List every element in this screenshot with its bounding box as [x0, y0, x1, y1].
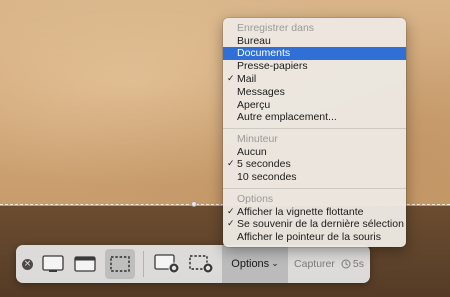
menu-item-other-location[interactable]: Autre emplacement... — [223, 111, 406, 124]
menu-item-messages[interactable]: Messages — [223, 86, 406, 99]
capture-entire-screen-button[interactable] — [40, 249, 66, 279]
close-icon[interactable]: × — [22, 259, 33, 270]
capture-selection-button[interactable] — [105, 249, 135, 279]
record-entire-screen-button[interactable] — [152, 249, 182, 279]
checkmark-icon: ✓ — [227, 74, 235, 84]
menu-item-label: Mail — [237, 73, 257, 85]
record-entire-screen-icon — [154, 254, 180, 274]
menu-header-timer: Minuteur — [237, 133, 278, 145]
capture-selection-icon — [110, 256, 130, 272]
menu-divider — [223, 128, 406, 129]
menu-item-timer-10s[interactable]: 10 secondes — [223, 171, 406, 184]
timer-icon — [341, 259, 351, 269]
menu-item-label: Documents — [237, 47, 291, 59]
menu-header-options: Options — [237, 193, 274, 205]
capture-entire-screen-icon — [42, 255, 64, 272]
menu-divider — [223, 188, 406, 189]
menu-header-save-location: Enregistrer dans — [237, 22, 315, 34]
options-menu-button[interactable]: Options ⌄ — [222, 245, 288, 283]
timer-label: 5s — [352, 258, 364, 270]
menu-item-label: Autre emplacement... — [237, 111, 337, 123]
capture-button[interactable]: Capturer 5s — [288, 245, 370, 283]
menu-item-mail[interactable]: ✓ Mail — [223, 73, 406, 86]
toolbar-divider — [143, 251, 144, 277]
menu-item-label: Aperçu — [237, 99, 271, 111]
menu-item-documents[interactable]: Documents — [223, 47, 406, 60]
menu-item-label: 5 secondes — [237, 158, 291, 170]
menu-item-presse-papiers[interactable]: Presse-papiers — [223, 60, 406, 73]
checkmark-icon: ✓ — [227, 159, 235, 169]
menu-item-label: Messages — [237, 86, 285, 98]
menu-item-remember-selection[interactable]: ✓ Se souvenir de la dernière sélection — [223, 218, 406, 231]
menu-item-label: Bureau — [237, 35, 271, 47]
screenshot-toolbar: × Options ⌄ Capturer 5s — [16, 245, 370, 283]
capture-window-button[interactable] — [72, 249, 98, 279]
menu-item-label: 10 secondes — [237, 171, 297, 183]
menu-item-show-pointer[interactable]: Afficher le pointeur de la souris — [223, 231, 406, 244]
record-selection-button[interactable] — [186, 249, 216, 279]
menu-item-label: Afficher le pointeur de la souris — [237, 231, 381, 243]
capture-window-icon — [74, 256, 96, 272]
options-label: Options — [231, 258, 270, 270]
menu-item-label: Aucun — [237, 146, 267, 158]
menu-item-label: Afficher la vignette flottante — [237, 206, 364, 218]
menu-item-timer-5s[interactable]: ✓ 5 secondes — [223, 158, 406, 171]
record-selection-icon — [189, 255, 214, 274]
selection-resize-handle[interactable] — [191, 201, 197, 207]
options-menu: Enregistrer dans Bureau Documents Presse… — [223, 18, 406, 247]
checkmark-icon: ✓ — [227, 219, 235, 229]
chevron-down-icon: ⌄ — [271, 259, 279, 269]
timer-indicator: 5s — [341, 258, 364, 270]
capture-label: Capturer — [294, 258, 335, 270]
menu-item-label: Se souvenir de la dernière sélection — [237, 218, 404, 230]
menu-item-label: Presse-papiers — [237, 60, 308, 72]
